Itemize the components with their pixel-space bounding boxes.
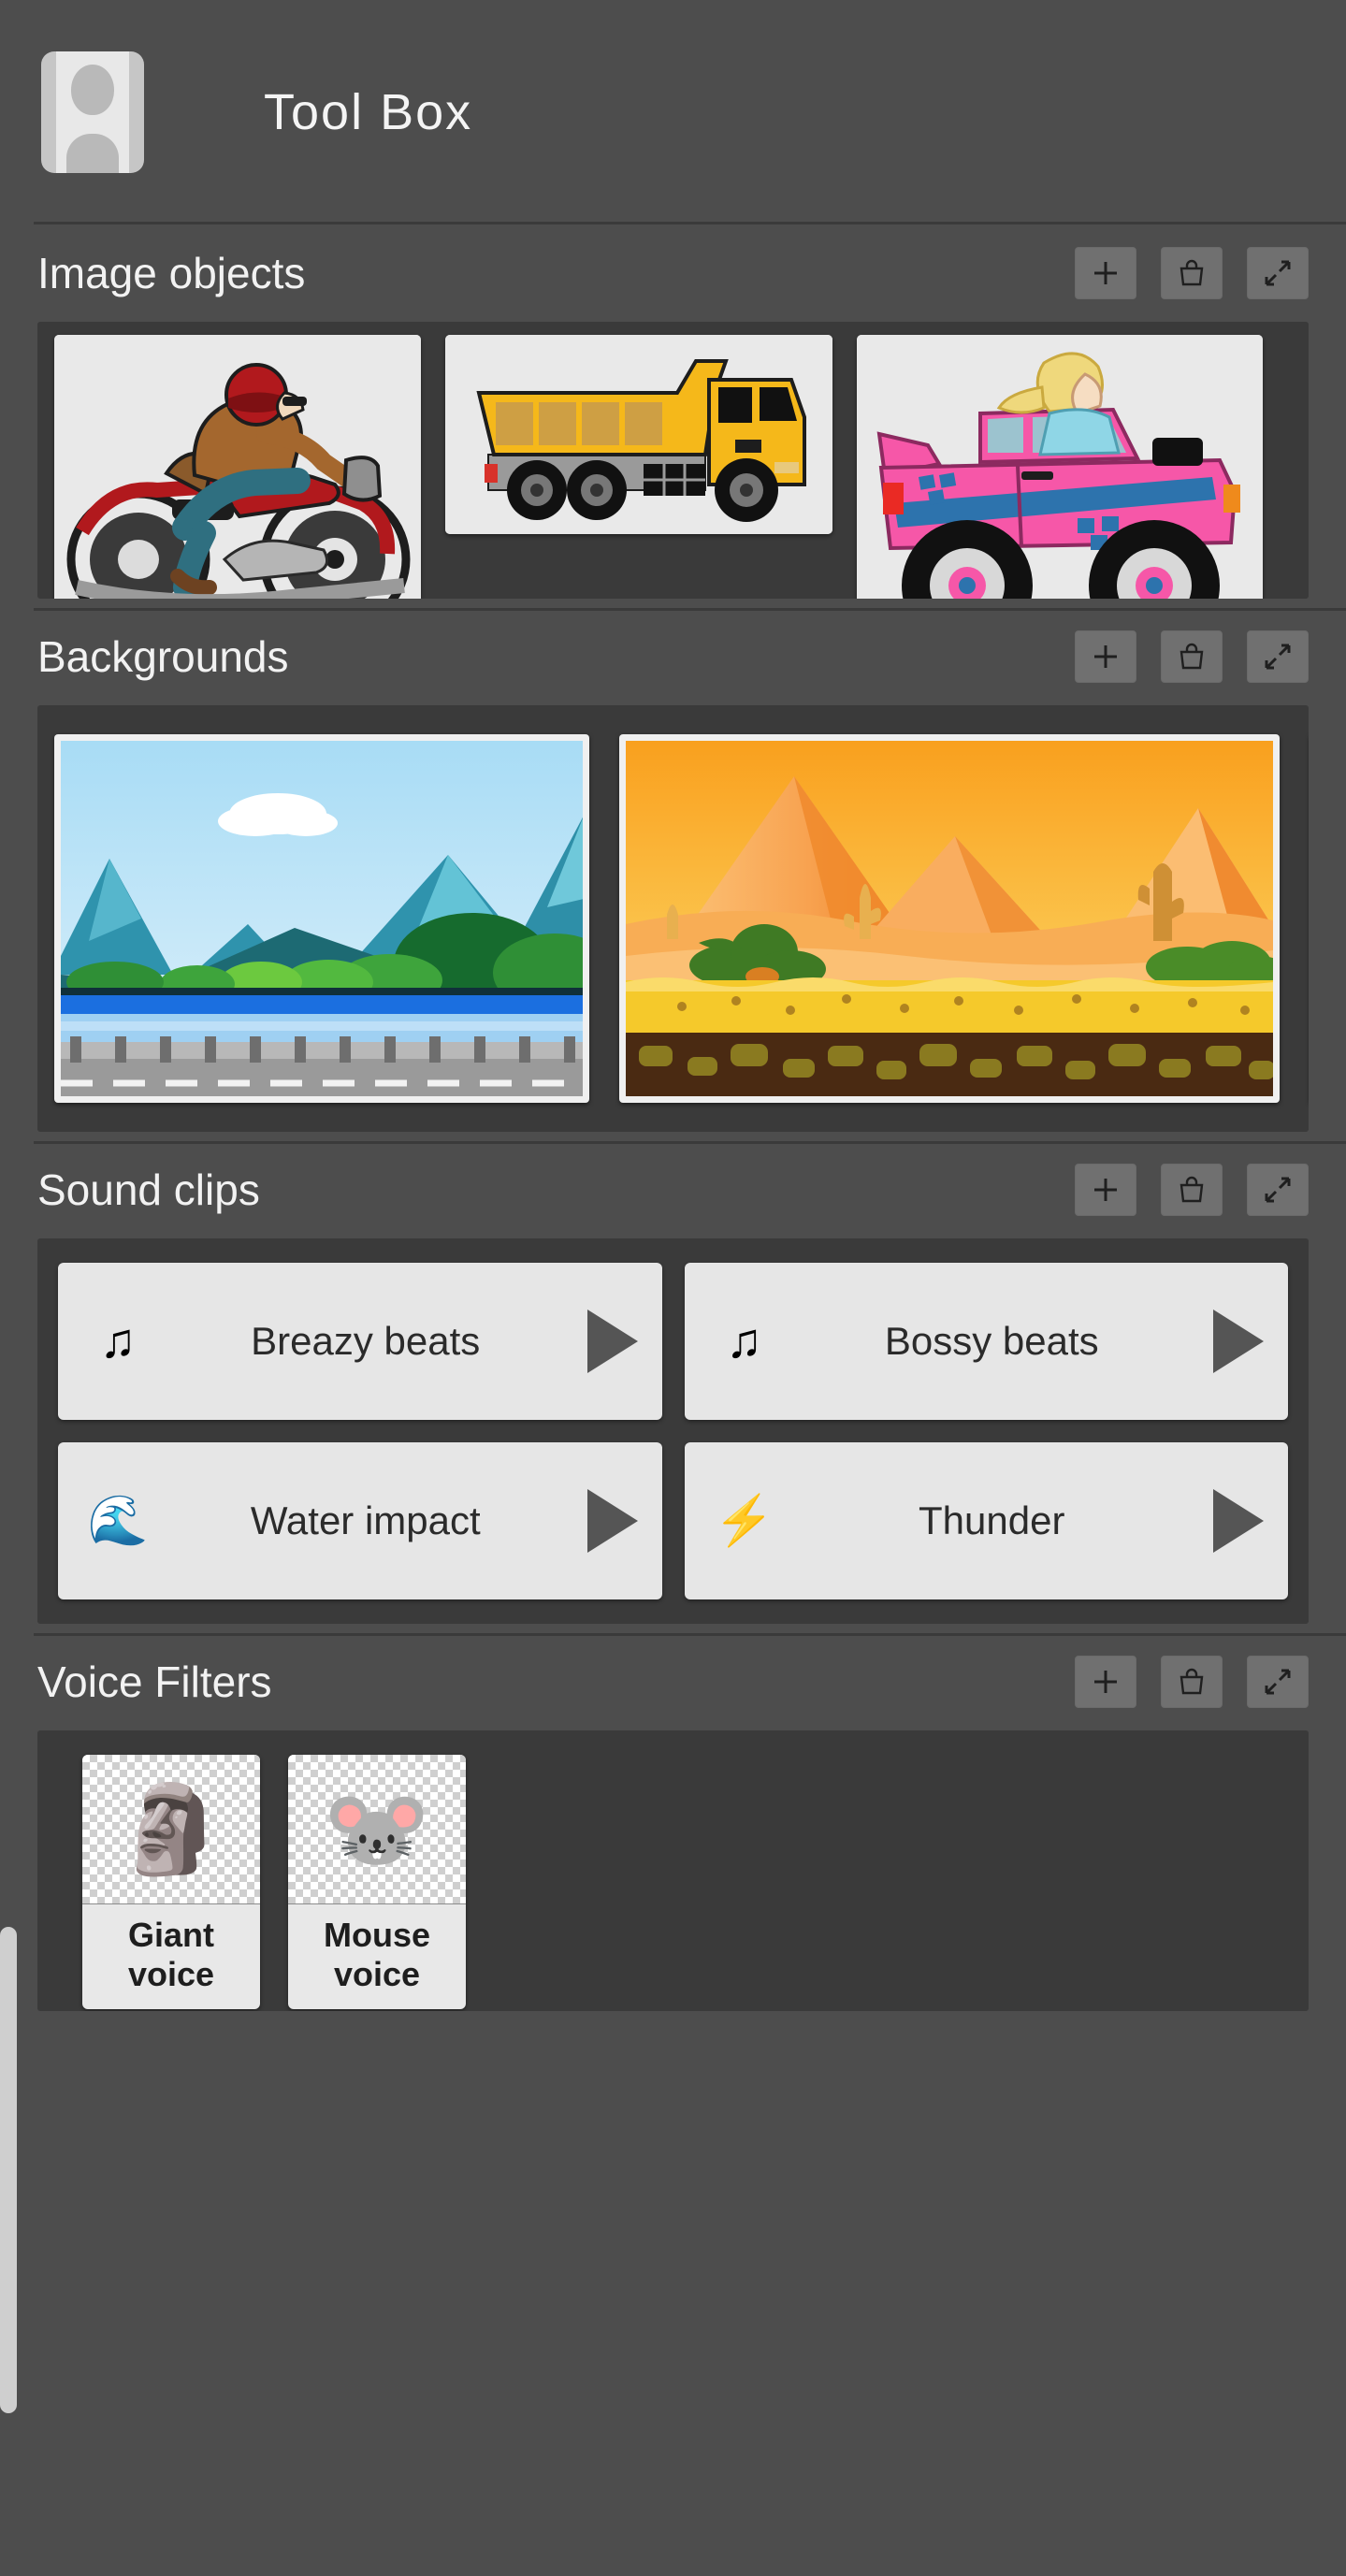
expand-backgrounds-button[interactable]	[1247, 630, 1309, 683]
voice-filter-label: Giant voice	[127, 1916, 215, 1993]
voice-filters-panel[interactable]: 🗿 Giant voice 🐭 Mouse voice	[37, 1730, 1309, 2011]
plus-icon	[1094, 1671, 1117, 1693]
page-title: Tool Box	[264, 84, 473, 140]
plus-icon	[1094, 262, 1117, 284]
expand-arrows-icon	[1265, 1669, 1291, 1695]
section-actions-sound-clips	[1075, 1164, 1309, 1216]
image-object-thumb-motorcycle-rider[interactable]	[54, 335, 421, 599]
backgrounds-panel[interactable]	[37, 705, 1309, 1132]
section-header-image-objects: Image objects	[0, 224, 1346, 322]
desert-pyramids-illustration	[626, 741, 1273, 1096]
expand-image-objects-button[interactable]	[1247, 247, 1309, 299]
voice-filter-card[interactable]: 🗿 Giant voice	[82, 1755, 260, 2009]
shopping-bag-icon	[1180, 1176, 1204, 1203]
background-thumb-mountain-lake-road[interactable]	[54, 734, 589, 1103]
sound-clip-label: Breazy beats	[251, 1319, 481, 1363]
voice-filter-image: 🗿	[82, 1755, 260, 1904]
shop-backgrounds-button[interactable]	[1161, 630, 1223, 683]
voice-filters-list: 🗿 Giant voice 🐭 Mouse voice	[37, 1730, 1309, 2011]
expand-voice-filters-button[interactable]	[1247, 1656, 1309, 1708]
motorcycle-rider-illustration	[54, 335, 421, 599]
voice-filter-card[interactable]: 🐭 Mouse voice	[288, 1755, 466, 2009]
avatar[interactable]	[41, 51, 144, 173]
shopping-bag-icon	[1180, 259, 1204, 286]
play-icon[interactable]	[586, 1310, 638, 1373]
section-title-backgrounds: Backgrounds	[37, 632, 289, 681]
expand-arrows-icon	[1265, 644, 1291, 670]
voice-filter-label: Mouse voice	[323, 1916, 430, 1993]
shop-sound-clips-button[interactable]	[1161, 1164, 1223, 1216]
shopping-bag-icon	[1180, 643, 1204, 670]
tool-box-screen: Tool Box Image objects Backgrounds Sound…	[0, 0, 1346, 2576]
background-thumb-desert-pyramids[interactable]	[619, 734, 1280, 1103]
section-title-sound-clips: Sound clips	[37, 1165, 260, 1214]
sound-clip-label: Bossy beats	[884, 1319, 1099, 1363]
dump-truck-illustration	[445, 335, 832, 534]
mouse-face-icon: 🐭	[323, 1781, 431, 1877]
section-header-sound-clips: Sound clips	[0, 1141, 1346, 1238]
plus-icon	[1094, 1179, 1117, 1201]
section-title-voice-filters: Voice Filters	[37, 1657, 272, 1706]
image-object-thumb-pink-monster-truck[interactable]	[857, 335, 1263, 599]
backgrounds-list	[37, 705, 1309, 1132]
section-backgrounds: Backgrounds	[0, 599, 1346, 1132]
app-header: Tool Box	[0, 0, 1346, 224]
add-voice-filter-button[interactable]	[1075, 1656, 1136, 1708]
expand-sound-clips-button[interactable]	[1247, 1164, 1309, 1216]
add-image-object-button[interactable]	[1075, 247, 1136, 299]
person-avatar-icon	[56, 51, 129, 173]
section-header-backgrounds: Backgrounds	[0, 608, 1346, 705]
wave-icon: 🌊	[87, 1494, 149, 1548]
image-object-thumb-dump-truck[interactable]	[445, 335, 832, 534]
sound-clip-card[interactable]: ⚡ Thunder	[684, 1442, 1288, 1599]
expand-arrows-icon	[1265, 1177, 1291, 1203]
play-icon[interactable]	[1213, 1489, 1264, 1553]
voice-filter-image: 🐭	[288, 1755, 466, 1904]
section-image-objects: Image objects	[0, 224, 1346, 599]
section-actions-backgrounds	[1075, 630, 1309, 683]
vertical-scrollbar[interactable]	[0, 1927, 17, 2413]
play-icon[interactable]	[1213, 1310, 1264, 1373]
add-sound-clip-button[interactable]	[1075, 1164, 1136, 1216]
section-actions-image-objects	[1075, 247, 1309, 299]
music-notes-icon: ♫	[99, 1314, 137, 1368]
section-header-voice-filters: Voice Filters	[0, 1633, 1346, 1730]
sound-clip-card[interactable]: 🌊 Water impact	[58, 1442, 662, 1599]
expand-arrows-icon	[1265, 260, 1291, 286]
section-actions-voice-filters	[1075, 1656, 1309, 1708]
mountain-lake-road-illustration	[61, 741, 583, 1096]
sound-clip-label: Thunder	[919, 1498, 1065, 1542]
moai-icon: 🗿	[117, 1781, 225, 1877]
sound-clips-panel[interactable]: ♫ Breazy beats ♫ Bossy beats 🌊 Water imp…	[37, 1238, 1309, 1624]
shopping-bag-icon	[1180, 1668, 1204, 1695]
section-sound-clips: Sound clips ♫ Breazy beats ♫ Bossy beats…	[0, 1132, 1346, 1624]
lightning-bolt-icon: ⚡	[714, 1494, 774, 1548]
section-title-image-objects: Image objects	[37, 249, 306, 297]
sound-clip-label: Water impact	[250, 1498, 481, 1542]
image-objects-panel[interactable]	[37, 322, 1309, 599]
shop-image-objects-button[interactable]	[1161, 247, 1223, 299]
sound-clips-list: ♫ Breazy beats ♫ Bossy beats 🌊 Water imp…	[37, 1238, 1309, 1624]
shop-voice-filters-button[interactable]	[1161, 1656, 1223, 1708]
sound-clip-card[interactable]: ♫ Bossy beats	[684, 1263, 1288, 1420]
sound-clip-card[interactable]: ♫ Breazy beats	[58, 1263, 662, 1420]
play-icon[interactable]	[586, 1489, 638, 1553]
music-notes-icon: ♫	[726, 1314, 762, 1368]
pink-monster-truck-illustration	[857, 335, 1263, 599]
image-objects-list	[37, 322, 1309, 599]
section-voice-filters: Voice Filters 🗿 Giant voice 🐭 Mouse voic…	[0, 1624, 1346, 2011]
plus-icon	[1094, 645, 1117, 668]
add-background-button[interactable]	[1075, 630, 1136, 683]
